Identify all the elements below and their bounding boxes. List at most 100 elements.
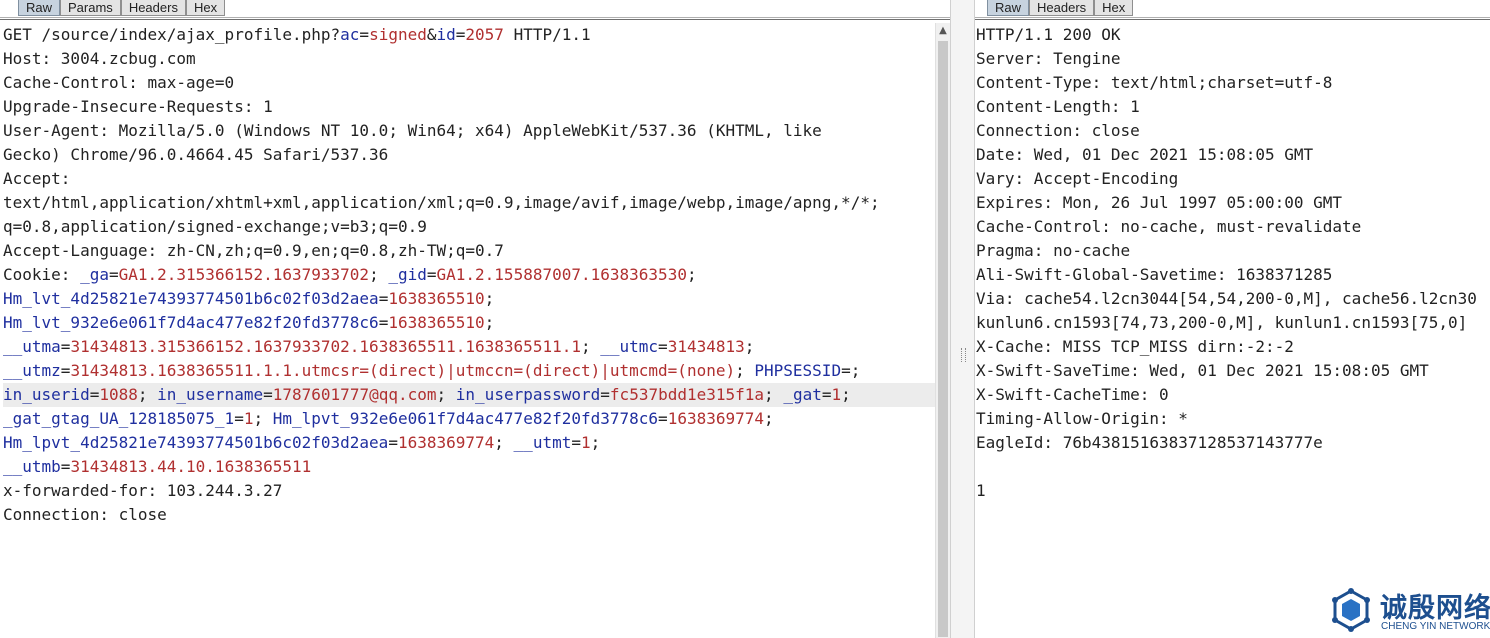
cheng-yin-logo-icon [1332, 588, 1370, 632]
request-line: Accept: [3, 167, 950, 191]
request-text: Cache-Control: max-age=0 [3, 73, 235, 92]
request-line: Gecko) Chrome/96.0.4664.45 Safari/537.36 [3, 143, 950, 167]
request-text: = [108, 265, 119, 284]
request-line: Cookie: _ga=GA1.2.315366152.1637933702; … [3, 263, 950, 287]
request-line: Host: 3004.zcbug.com [3, 47, 950, 71]
param-value: 1638369774 [667, 409, 765, 428]
param-name: _ga [80, 265, 109, 284]
param-value: 1787601777@qq.com [272, 385, 437, 404]
response-line: X-Cache: MISS TCP_MISS dirn:-2:-2 [976, 337, 1294, 356]
param-value: 1088 [99, 385, 138, 404]
watermark-logo: 诚殷网络 CHENG YIN NETWORK [1330, 588, 1490, 636]
request-text: ; [764, 409, 774, 428]
request-text: = [571, 433, 581, 452]
request-text: = [359, 25, 370, 44]
param-value: fc537bdd1e315f1a [609, 385, 765, 404]
request-text: ; [436, 385, 456, 404]
param-name: in_username [157, 385, 264, 404]
param-name: in_userid [3, 385, 90, 404]
response-line: Expires: Mon, 26 Jul 1997 05:00:00 GMT [976, 193, 1343, 212]
param-value: signed [369, 25, 427, 44]
watermark-english-text: CHENG YIN NETWORK [1381, 621, 1490, 632]
scrollbar-thumb[interactable] [938, 41, 948, 637]
request-text: = [234, 409, 244, 428]
request-line: Upgrade-Insecure-Requests: 1 [3, 95, 950, 119]
request-editor[interactable]: GET /source/index/ajax_profile.php?ac=si… [3, 23, 950, 527]
tab-hex[interactable]: Hex [185, 0, 226, 16]
request-line: Hm_lpvt_4d25821e74393774501b6c02f03d2aea… [3, 431, 950, 455]
response-line: Via: cache54.l2cn3044[54,54,200-0,M], ca… [976, 289, 1477, 308]
request-text: x-forwarded-for: 103.244.3.27 [3, 481, 283, 500]
param-name: __utma [3, 337, 61, 356]
pane-splitter[interactable] [950, 0, 975, 638]
response-line: HTTP/1.1 200 OK [976, 25, 1121, 44]
request-text: = [455, 25, 466, 44]
response-line: Timing-Allow-Origin: * [976, 409, 1188, 428]
request-text: Accept: [3, 169, 71, 188]
response-pane: Raw Headers Hex HTTP/1.1 200 OK Server: T… [975, 0, 1490, 638]
scroll-up-arrow-icon[interactable]: ▲ [936, 25, 950, 37]
request-text: = [60, 457, 71, 476]
request-text: = [89, 385, 100, 404]
response-line [976, 455, 1490, 479]
response-line: EagleId: 76b43815163837128537143777e [976, 433, 1323, 452]
watermark-chinese-text: 诚殷网络 [1380, 593, 1490, 624]
request-line: __utmb=31434813.44.10.1638365511 [3, 455, 950, 479]
param-name: Hm_lpvt_4d25821e74393774501b6c02f03d2aea [3, 433, 389, 452]
request-text: = [426, 265, 437, 284]
tab-raw[interactable]: Raw [987, 0, 1030, 16]
request-line: Accept-Language: zh-CN,zh;q=0.9,en;q=0.8… [3, 239, 950, 263]
request-line: in_userid=1088; in_username=1787601777@q… [3, 383, 950, 407]
request-text: q=0.8,application/signed-exchange;v=b3;q… [3, 217, 427, 236]
tab-raw[interactable]: Raw [18, 0, 61, 16]
request-text: = [60, 361, 71, 380]
tab-bar-divider [0, 17, 950, 18]
tab-params[interactable]: Params [60, 0, 121, 16]
request-text: = [388, 433, 398, 452]
tab-bar-divider [0, 19, 950, 20]
response-line: Server: Tengine [976, 49, 1121, 68]
param-value: 31434813 [667, 337, 745, 356]
param-name: in_userpassword [455, 385, 601, 404]
response-line: Pragma: no-cache [976, 241, 1131, 260]
request-text: = [263, 385, 273, 404]
request-text: ; [484, 313, 495, 332]
request-text: Cookie: [3, 265, 81, 284]
request-text: =; [841, 361, 861, 380]
request-text: = [378, 289, 389, 308]
param-value: 31434813.44.10.1638365511 [70, 457, 312, 476]
request-text: HTTP/1.1 [503, 25, 591, 44]
param-name: ac [340, 25, 360, 44]
param-name: __utmz [3, 361, 61, 380]
request-text: ; [580, 337, 601, 356]
request-text: ; [735, 361, 755, 380]
param-name: id [436, 25, 456, 44]
param-value: 1 [580, 433, 591, 452]
param-name: Hm_lpvt_932e6e061f7d4ac477e82f20fd3778c6 [272, 409, 659, 428]
response-line: Cache-Control: no-cache, must-revalidate [976, 217, 1362, 236]
param-value: 1638365510 [388, 289, 485, 308]
param-name: PHPSESSID [754, 361, 842, 380]
request-text: Connection: close [3, 505, 167, 524]
response-editor[interactable]: HTTP/1.1 200 OK Server: Tengine Content-Ty… [976, 23, 1490, 503]
request-text: ; [764, 385, 784, 404]
request-line: __utmz=31434813.1638365511.1.1.utmcsr=(d… [3, 359, 950, 383]
response-line: Date: Wed, 01 Dec 2021 15:08:05 GMT [976, 145, 1314, 164]
response-line: Vary: Accept-Encoding [976, 169, 1179, 188]
response-line: 1 [976, 481, 986, 500]
request-line: GET /source/index/ajax_profile.php?ac=si… [3, 23, 950, 47]
request-text: = [60, 337, 71, 356]
request-scrollbar[interactable]: ▲ [935, 23, 950, 638]
splitter-grip-icon[interactable] [961, 348, 966, 362]
param-value: GA1.2.315366152.1637933702 [118, 265, 370, 284]
request-text: ; [484, 289, 495, 308]
tab-headers[interactable]: Headers [1029, 0, 1095, 16]
response-line: Connection: close [976, 121, 1140, 140]
tab-hex[interactable]: Hex [1094, 0, 1134, 16]
request-line: x-forwarded-for: 103.244.3.27 [3, 479, 950, 503]
request-text: ; [253, 409, 273, 428]
param-value: 1638369774 [397, 433, 495, 452]
tab-headers[interactable]: Headers [120, 0, 186, 16]
request-text: ; [494, 433, 514, 452]
param-value: 31434813.1638365511.1.1.utmcsr=(direct)|… [70, 361, 736, 380]
